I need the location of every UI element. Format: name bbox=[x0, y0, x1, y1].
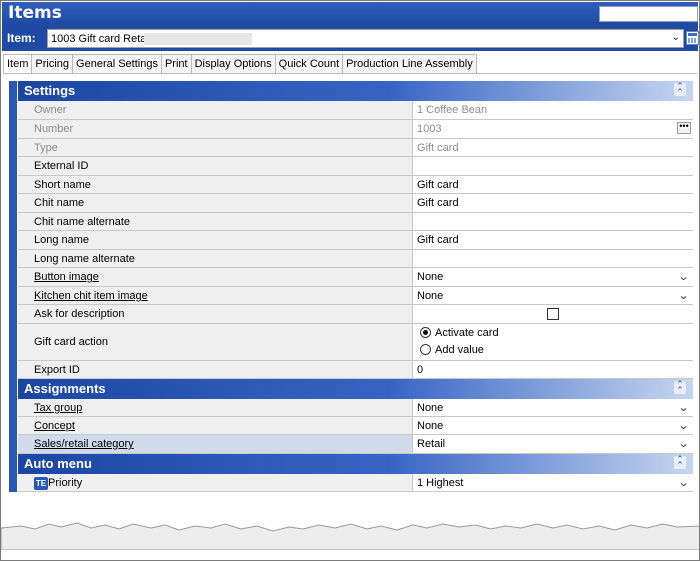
radio-unselected-icon bbox=[420, 344, 431, 355]
long-name-field[interactable]: Gift card bbox=[414, 231, 693, 249]
item-selector-bar: Item: 1003 Gift card Retail ⌄ bbox=[2, 25, 699, 51]
grid-view-icon[interactable] bbox=[686, 31, 699, 45]
item-label: Item: bbox=[7, 31, 36, 45]
tax-group-link[interactable]: Tax group bbox=[34, 402, 82, 414]
property-row-chit-name: Chit name Gift card bbox=[18, 194, 693, 213]
chevron-down-icon: ⌄ bbox=[677, 477, 690, 489]
panel-side-stripe bbox=[9, 81, 17, 492]
property-row-long-name: Long name Gift card bbox=[18, 231, 693, 250]
title-bar: Items bbox=[2, 2, 698, 25]
chevron-down-icon: ⌄ bbox=[677, 271, 690, 283]
short-name-field[interactable]: Gift card bbox=[414, 176, 693, 193]
button-image-dropdown[interactable]: None ⌄ bbox=[414, 268, 693, 286]
property-row-sales-retail-category: Sales/retail category Retail ⌄ bbox=[18, 435, 693, 454]
property-row-type: Type Gift card bbox=[18, 139, 693, 157]
property-label: Gift card action bbox=[34, 336, 108, 348]
kitchen-chit-item-image-link[interactable]: Kitchen chit item image bbox=[34, 290, 148, 302]
property-label: Short name bbox=[34, 179, 91, 191]
collapse-icon[interactable]: ⌃ ⌃ bbox=[674, 82, 686, 97]
radio-add-value[interactable]: Add value bbox=[420, 344, 484, 356]
assignments-section-header[interactable]: Assignments ⌃ ⌃ bbox=[18, 379, 693, 399]
concept-link[interactable]: Concept bbox=[34, 420, 75, 432]
property-label: Chit name bbox=[34, 197, 85, 209]
property-row-button-image: Button image None ⌄ bbox=[18, 268, 693, 287]
tab-display-options[interactable]: Display Options bbox=[190, 54, 276, 73]
section-title: Assignments bbox=[24, 381, 106, 396]
radio-activate-card[interactable]: Activate card bbox=[420, 327, 499, 339]
chevron-down-icon: ⌄ bbox=[677, 438, 690, 450]
tab-divider bbox=[3, 73, 697, 74]
auto-menu-section-header[interactable]: Auto menu ⌃ ⌃ bbox=[18, 454, 693, 474]
item-dropdown-value: 1003 Gift card Retail bbox=[51, 33, 152, 45]
search-input[interactable] bbox=[599, 6, 698, 22]
type-value: Gift card bbox=[417, 142, 459, 154]
property-row-number: Number 1003 ••• bbox=[18, 120, 693, 139]
radio-label: Activate card bbox=[435, 327, 499, 339]
chit-name-field[interactable]: Gift card bbox=[414, 194, 693, 212]
property-label: Long name alternate bbox=[34, 253, 135, 265]
property-row-priority: TE Priority 1 Highest ⌄ bbox=[18, 474, 693, 492]
ellipsis-button[interactable]: ••• bbox=[677, 122, 691, 134]
settings-section-header[interactable]: Settings ⌃ ⌃ bbox=[18, 81, 693, 101]
radio-label: Add value bbox=[435, 344, 484, 356]
chevron-down-icon: ⌄ bbox=[677, 402, 690, 414]
property-row-kitchen-chit-item-image: Kitchen chit item image None ⌄ bbox=[18, 287, 693, 305]
property-label: Chit name alternate bbox=[34, 216, 130, 228]
property-label: External ID bbox=[34, 160, 89, 172]
chit-name-alternate-field[interactable] bbox=[414, 213, 693, 230]
property-row-owner: Owner 1 Coffee Bean bbox=[18, 101, 693, 120]
property-label: Type bbox=[34, 142, 58, 154]
kitchen-chit-item-image-dropdown[interactable]: None ⌄ bbox=[414, 287, 693, 304]
tab-item[interactable]: Item bbox=[3, 54, 33, 74]
section-title: Auto menu bbox=[24, 456, 92, 471]
chevron-down-icon: ⌄ bbox=[677, 290, 690, 302]
external-id-field[interactable] bbox=[414, 157, 693, 175]
property-row-tax-group: Tax group None ⌄ bbox=[18, 399, 693, 417]
property-label: Long name bbox=[34, 234, 90, 246]
concept-dropdown[interactable]: None ⌄ bbox=[414, 417, 693, 434]
tab-print[interactable]: Print bbox=[160, 54, 192, 73]
property-row-short-name: Short name Gift card bbox=[18, 176, 693, 194]
property-label: Ask for description bbox=[34, 308, 125, 320]
collapse-icon[interactable]: ⌃ ⌃ bbox=[674, 380, 686, 395]
property-label: Owner bbox=[34, 104, 67, 116]
radio-selected-icon bbox=[420, 327, 431, 338]
property-row-external-id: External ID bbox=[18, 157, 693, 176]
sales-retail-category-dropdown[interactable]: Retail ⌄ bbox=[414, 435, 693, 453]
property-row-export-id: Export ID 0 bbox=[18, 361, 693, 379]
tab-production-line-assembly[interactable]: Production Line Assembly bbox=[342, 54, 477, 73]
chevron-down-icon: ⌄ bbox=[677, 420, 690, 432]
tab-strip: Item Pricing General Settings Print Disp… bbox=[3, 54, 477, 74]
number-value: 1003 bbox=[417, 123, 442, 135]
window-title: Items bbox=[8, 3, 62, 23]
property-label: Number bbox=[34, 123, 74, 135]
item-dropdown[interactable]: 1003 Gift card Retail ⌄ bbox=[47, 29, 684, 48]
property-label: Priority bbox=[48, 477, 83, 489]
items-window: Items Item: 1003 Gift card Retail ⌄ Item… bbox=[0, 0, 700, 561]
ask-for-description-checkbox[interactable] bbox=[547, 308, 559, 320]
property-label: Export ID bbox=[34, 364, 80, 376]
torn-edge bbox=[1, 522, 699, 550]
long-name-alternate-field[interactable] bbox=[414, 250, 693, 267]
owner-value: 1 Coffee Bean bbox=[417, 104, 488, 116]
sales-retail-category-link[interactable]: Sales/retail category bbox=[34, 438, 134, 450]
tab-general-settings[interactable]: General Settings bbox=[72, 54, 162, 73]
property-row-ask-for-description: Ask for description bbox=[18, 305, 693, 324]
tab-quick-count[interactable]: Quick Count bbox=[274, 54, 344, 73]
button-image-link[interactable]: Button image bbox=[34, 271, 99, 283]
export-id-field[interactable]: 0 bbox=[414, 361, 693, 378]
chevron-down-icon: ⌄ bbox=[671, 32, 680, 43]
property-row-gift-card-action: Gift card action Activate card Add value bbox=[18, 324, 693, 361]
tax-group-dropdown[interactable]: None ⌄ bbox=[414, 399, 693, 416]
property-row-long-name-alternate: Long name alternate bbox=[18, 250, 693, 268]
section-title: Settings bbox=[24, 83, 76, 98]
priority-icon: TE bbox=[34, 477, 48, 490]
tab-pricing[interactable]: Pricing bbox=[31, 54, 74, 73]
priority-dropdown[interactable]: 1 Highest ⌄ bbox=[414, 474, 693, 491]
collapse-icon[interactable]: ⌃ ⌃ bbox=[674, 455, 686, 470]
property-row-concept: Concept None ⌄ bbox=[18, 417, 693, 435]
redacted-region bbox=[144, 33, 252, 45]
property-row-chit-name-alternate: Chit name alternate bbox=[18, 213, 693, 231]
